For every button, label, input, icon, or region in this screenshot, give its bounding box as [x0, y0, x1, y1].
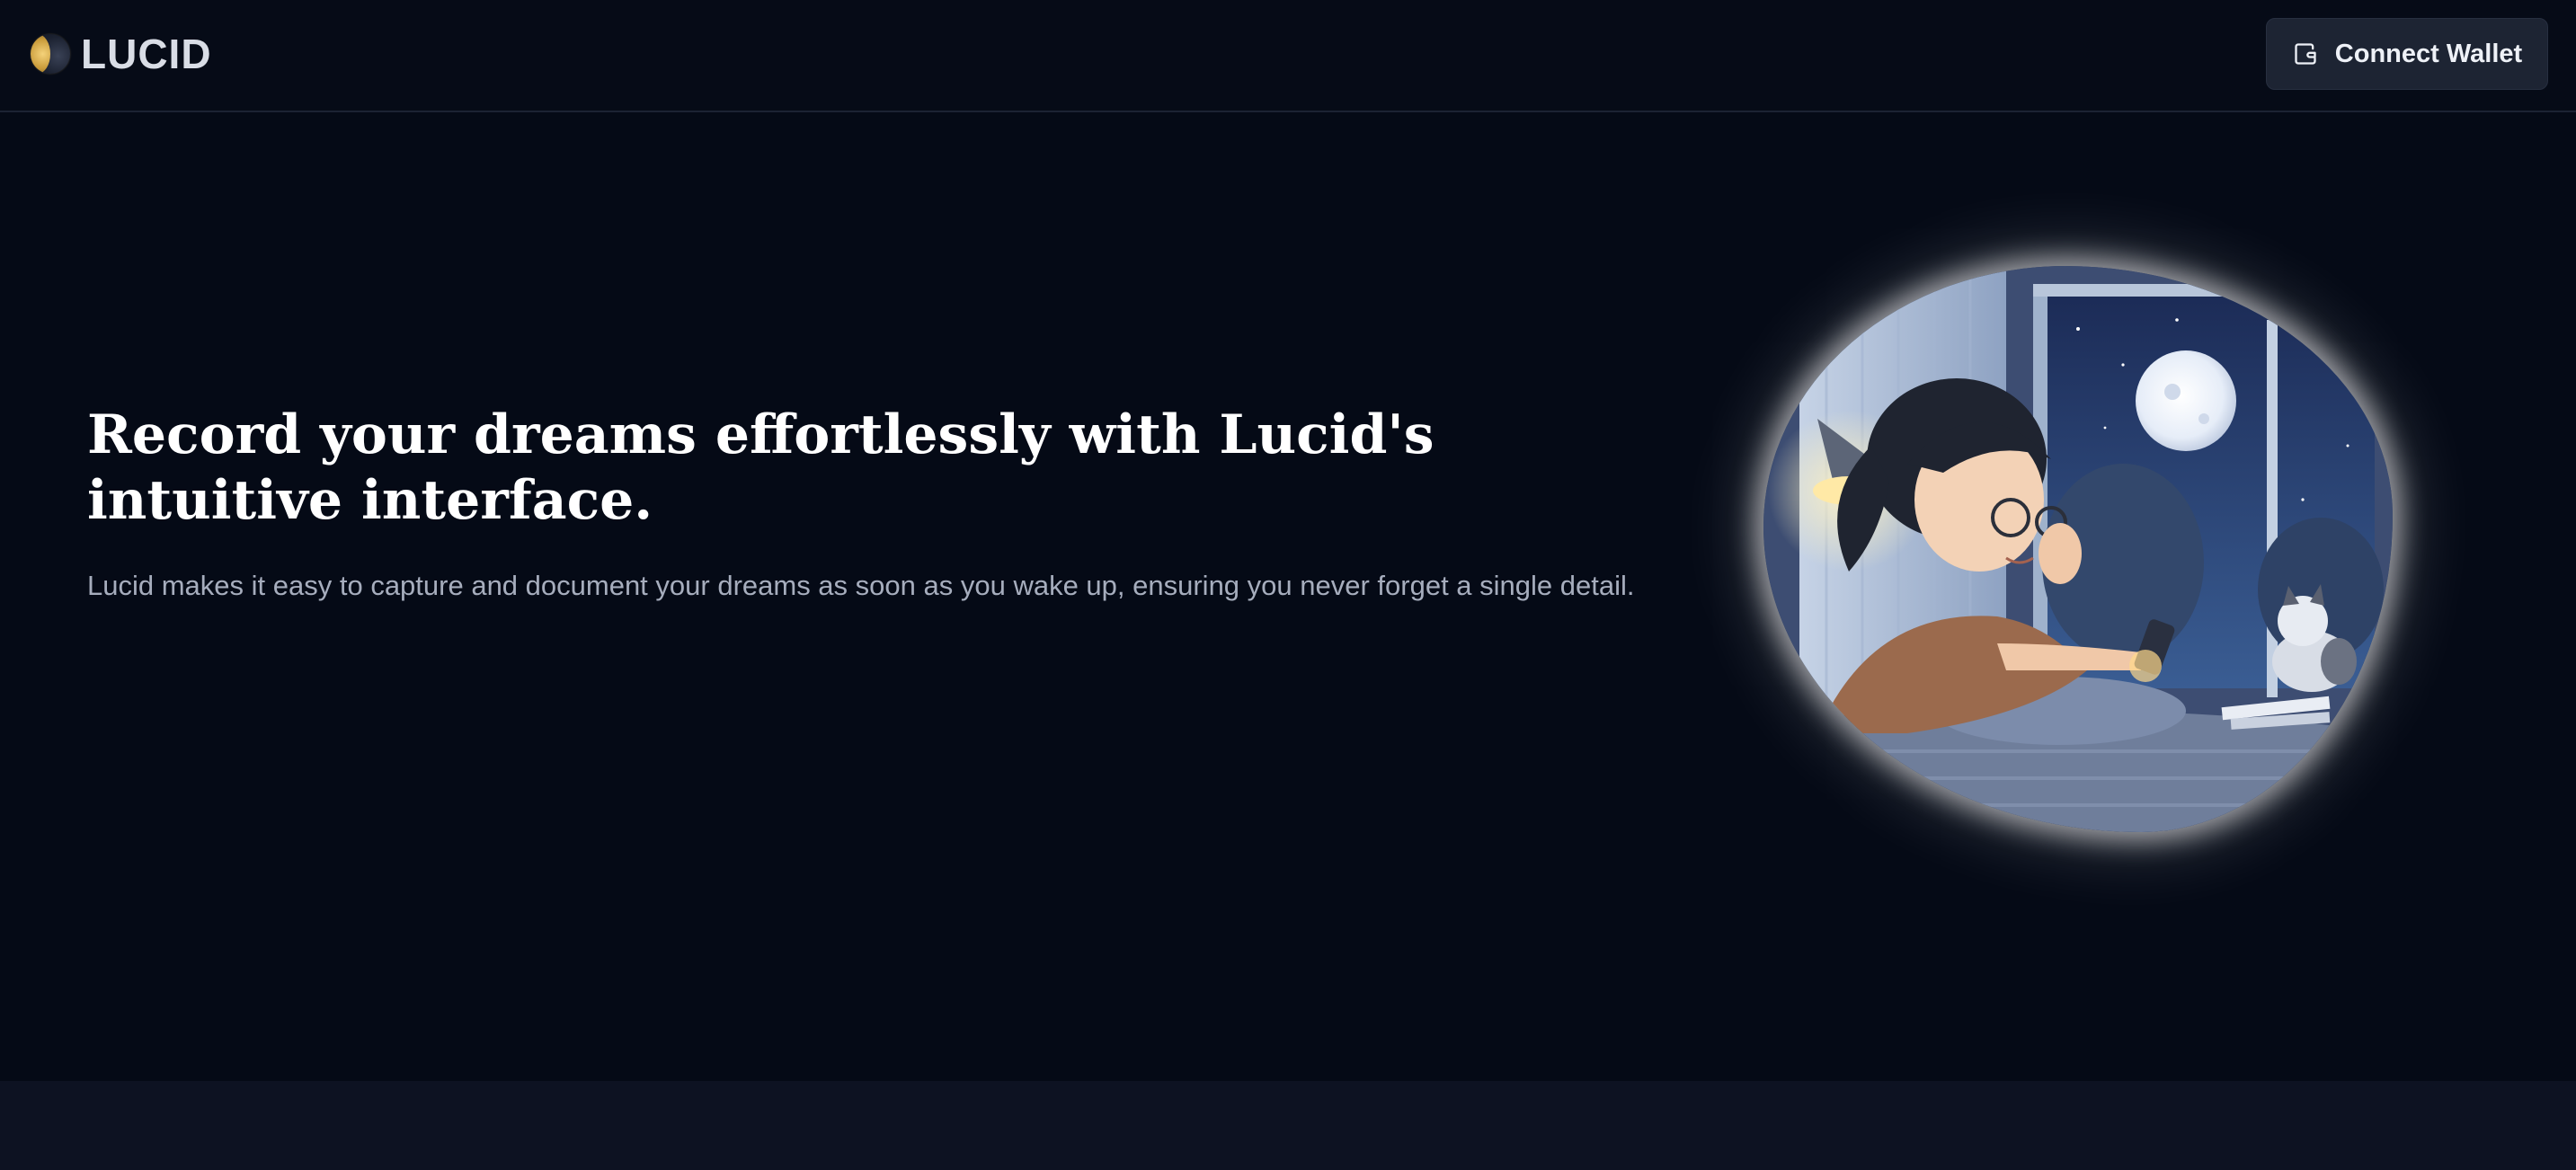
hero-illustration [1763, 266, 2393, 832]
logo[interactable]: LUCID [31, 31, 212, 77]
hero-title: Record your dreams effortlessly with Luc… [87, 403, 1435, 532]
moon-logo-icon [31, 34, 70, 74]
connect-wallet-button[interactable]: Connect Wallet [2266, 18, 2548, 90]
top-navbar: LUCID Connect Wallet [0, 0, 2576, 112]
connect-wallet-label: Connect Wallet [2334, 39, 2523, 68]
hero-description: Lucid makes it easy to capture and docum… [87, 570, 1635, 601]
logo-text: LUCID [81, 31, 212, 77]
footer-band [0, 1081, 2576, 1170]
dreaming-girl-illustration [1763, 266, 2393, 832]
wallet-icon [2295, 43, 2316, 65]
